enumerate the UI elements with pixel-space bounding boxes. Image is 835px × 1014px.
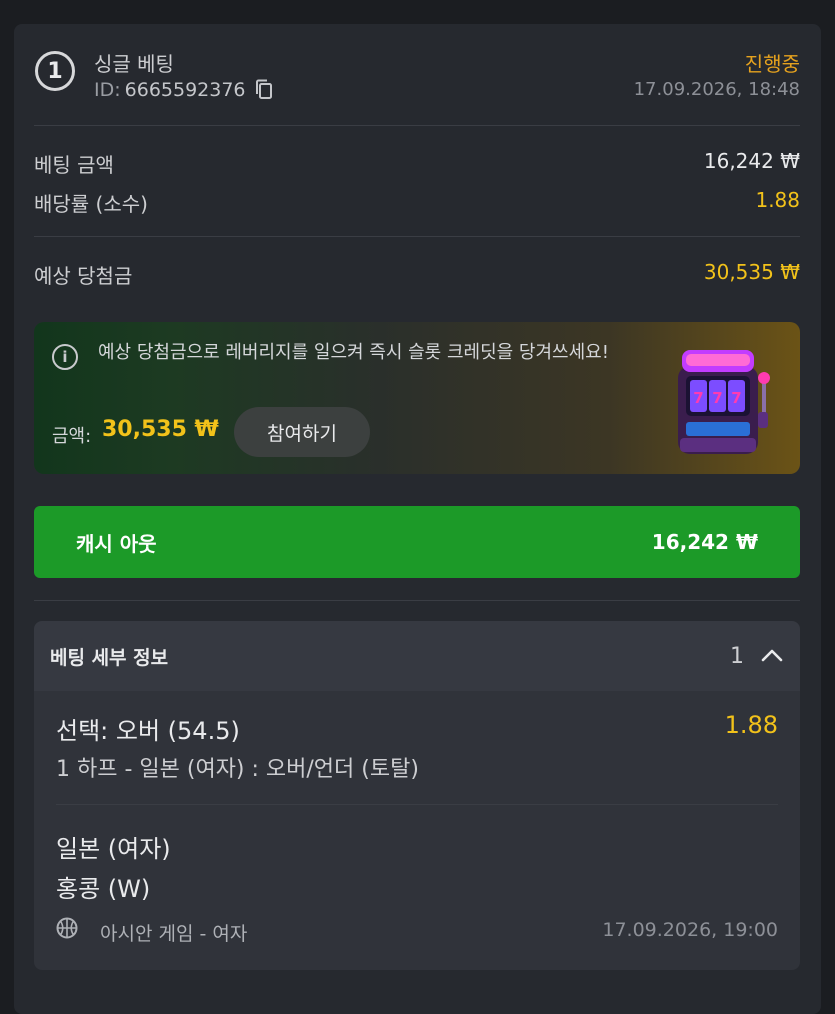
bet-type-title: 싱글 베팅 (94, 52, 174, 76)
team-home: 일본 (여자) (56, 835, 171, 863)
selection-text: 선택: 오버 (54.5) (56, 717, 240, 745)
bet-details-body: 선택: 오버 (54.5) 1.88 1 하프 - 일본 (여자) : 오버/언… (34, 691, 800, 970)
bet-details-count: 1 (730, 643, 744, 669)
basketball-icon (56, 917, 78, 939)
bet-details-title: 베팅 세부 정보 (50, 646, 169, 669)
odds-label: 배당률 (소수) (34, 192, 148, 216)
slot-machine-icon: 7 7 7 (664, 342, 784, 462)
stake-value: 16,242 ₩ (703, 149, 800, 173)
bet-id-value: 6665592376 (124, 79, 246, 101)
odds-value: 1.88 (755, 188, 800, 212)
payout-value: 30,535 ₩ (703, 260, 800, 284)
bet-status: 진행중 (744, 52, 800, 76)
svg-text:7: 7 (693, 389, 703, 407)
svg-text:7: 7 (731, 389, 741, 407)
copy-icon[interactable] (254, 79, 274, 101)
bet-card: 1 싱글 베팅 ID: 6665592376 진행중 17.09.2026, 1… (14, 24, 821, 1014)
divider (56, 804, 778, 805)
svg-text:7: 7 (712, 389, 722, 407)
league-name: 아시안 게임 - 여자 (100, 923, 248, 945)
promo-banner: i 예상 당첨금으로 레버리지를 일으켜 즉시 슬롯 크레딧을 당겨쓰세요! 금… (34, 322, 800, 474)
match-time: 17.09.2026, 19:00 (602, 919, 778, 941)
join-button[interactable]: 참여하기 (234, 407, 370, 457)
bet-details-count-wrap: 1 (730, 644, 784, 669)
bet-id-row: ID: 6665592376 (94, 79, 274, 101)
market-text: 1 하프 - 일본 (여자) : 오버/언더 (토탈) (56, 757, 419, 782)
bet-number: 1 (47, 58, 63, 84)
cashout-value: 16,242 ₩ (651, 530, 758, 554)
divider (34, 236, 800, 237)
chevron-up-icon[interactable] (760, 644, 784, 669)
bet-details-header[interactable]: 베팅 세부 정보 1 (34, 621, 800, 691)
bet-number-badge: 1 (35, 51, 75, 91)
payout-label: 예상 당첨금 (34, 264, 133, 288)
divider (34, 600, 800, 601)
cashout-label: 캐시 아웃 (76, 531, 157, 556)
bet-id-label: ID: (94, 79, 121, 101)
team-away: 홍콩 (W) (56, 875, 151, 903)
cashout-button[interactable]: 캐시 아웃 16,242 ₩ (34, 506, 800, 578)
stake-label: 베팅 금액 (34, 153, 114, 177)
selection-odds: 1.88 (724, 711, 778, 739)
promo-text: 예상 당첨금으로 레버리지를 일으켜 즉시 슬롯 크레딧을 당겨쓰세요! (98, 342, 609, 363)
bet-datetime: 17.09.2026, 18:48 (633, 79, 800, 100)
promo-amount-label: 금액: (52, 426, 92, 447)
promo-amount-value: 30,535 ₩ (102, 417, 219, 442)
info-icon: i (52, 344, 78, 370)
divider (34, 125, 800, 126)
